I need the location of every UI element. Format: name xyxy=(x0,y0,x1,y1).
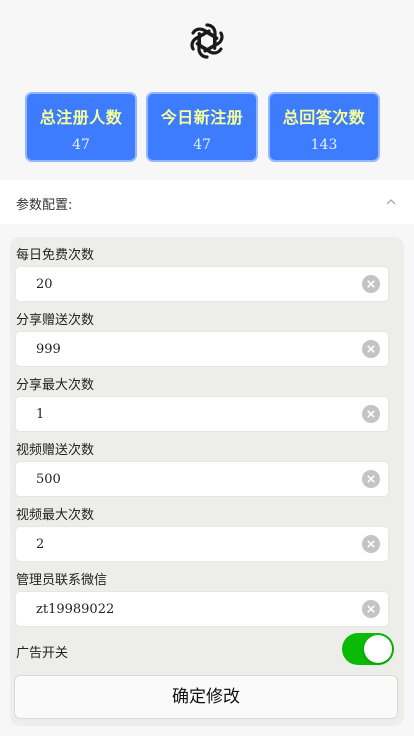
video-max-count-input[interactable]: 2 xyxy=(15,526,389,562)
stat-value: 47 xyxy=(72,137,90,153)
stat-title: 总回答次数 xyxy=(282,108,366,127)
stat-card-total-answers: 总回答次数 143 xyxy=(268,92,380,162)
share-bonus-count-input[interactable]: 999 xyxy=(15,331,389,367)
stat-title: 今日新注册 xyxy=(160,108,244,127)
field-label-video-max: 视频最大次数 xyxy=(16,508,95,523)
field-value: 500 xyxy=(36,472,61,487)
stat-value: 47 xyxy=(193,137,211,153)
stat-value: 143 xyxy=(310,137,338,153)
stat-title: 总注册人数 xyxy=(39,108,123,127)
section-title: 参数配置: xyxy=(16,198,73,213)
daily-free-count-input[interactable]: 20 xyxy=(15,266,389,302)
config-panel: 每日免费次数 20 分享赠送次数 999 分享最大次数 1 视频赠送次数 500… xyxy=(10,237,404,726)
share-max-count-input[interactable]: 1 xyxy=(15,396,389,432)
field-label-share-max: 分享最大次数 xyxy=(16,378,95,393)
field-value: 2 xyxy=(36,537,45,552)
field-value: 1 xyxy=(36,407,45,422)
clear-icon[interactable] xyxy=(362,535,380,553)
field-value: 999 xyxy=(36,342,61,357)
chevron-up-icon[interactable] xyxy=(386,197,396,207)
toggle-knob xyxy=(364,635,392,663)
field-label-admin-wechat: 管理员联系微信 xyxy=(16,573,108,588)
clear-icon[interactable] xyxy=(362,340,380,358)
field-value: zt19989022 xyxy=(36,602,115,617)
ad-switch-label: 广告开关 xyxy=(16,646,69,661)
clear-icon[interactable] xyxy=(362,405,380,423)
clear-icon[interactable] xyxy=(362,275,380,293)
stat-card-total-users: 总注册人数 47 xyxy=(25,92,137,162)
confirm-button[interactable]: 确定修改 xyxy=(14,675,398,719)
field-label-daily-free: 每日免费次数 xyxy=(16,248,95,263)
clear-icon[interactable] xyxy=(362,600,380,618)
config-section-header[interactable]: 参数配置: xyxy=(0,180,414,224)
admin-wechat-input[interactable]: zt19989022 xyxy=(15,591,389,627)
field-label-video-bonus: 视频赠送次数 xyxy=(16,443,95,458)
openai-logo-icon xyxy=(190,23,224,59)
field-value: 20 xyxy=(36,277,53,292)
video-bonus-count-input[interactable]: 500 xyxy=(15,461,389,497)
stats-row: 总注册人数 47 今日新注册 47 总回答次数 143 xyxy=(0,92,414,166)
header xyxy=(0,0,414,84)
clear-icon[interactable] xyxy=(362,470,380,488)
ad-switch-toggle[interactable] xyxy=(342,633,394,665)
field-label-share-bonus: 分享赠送次数 xyxy=(16,313,95,328)
stat-card-today-new: 今日新注册 47 xyxy=(146,92,258,162)
